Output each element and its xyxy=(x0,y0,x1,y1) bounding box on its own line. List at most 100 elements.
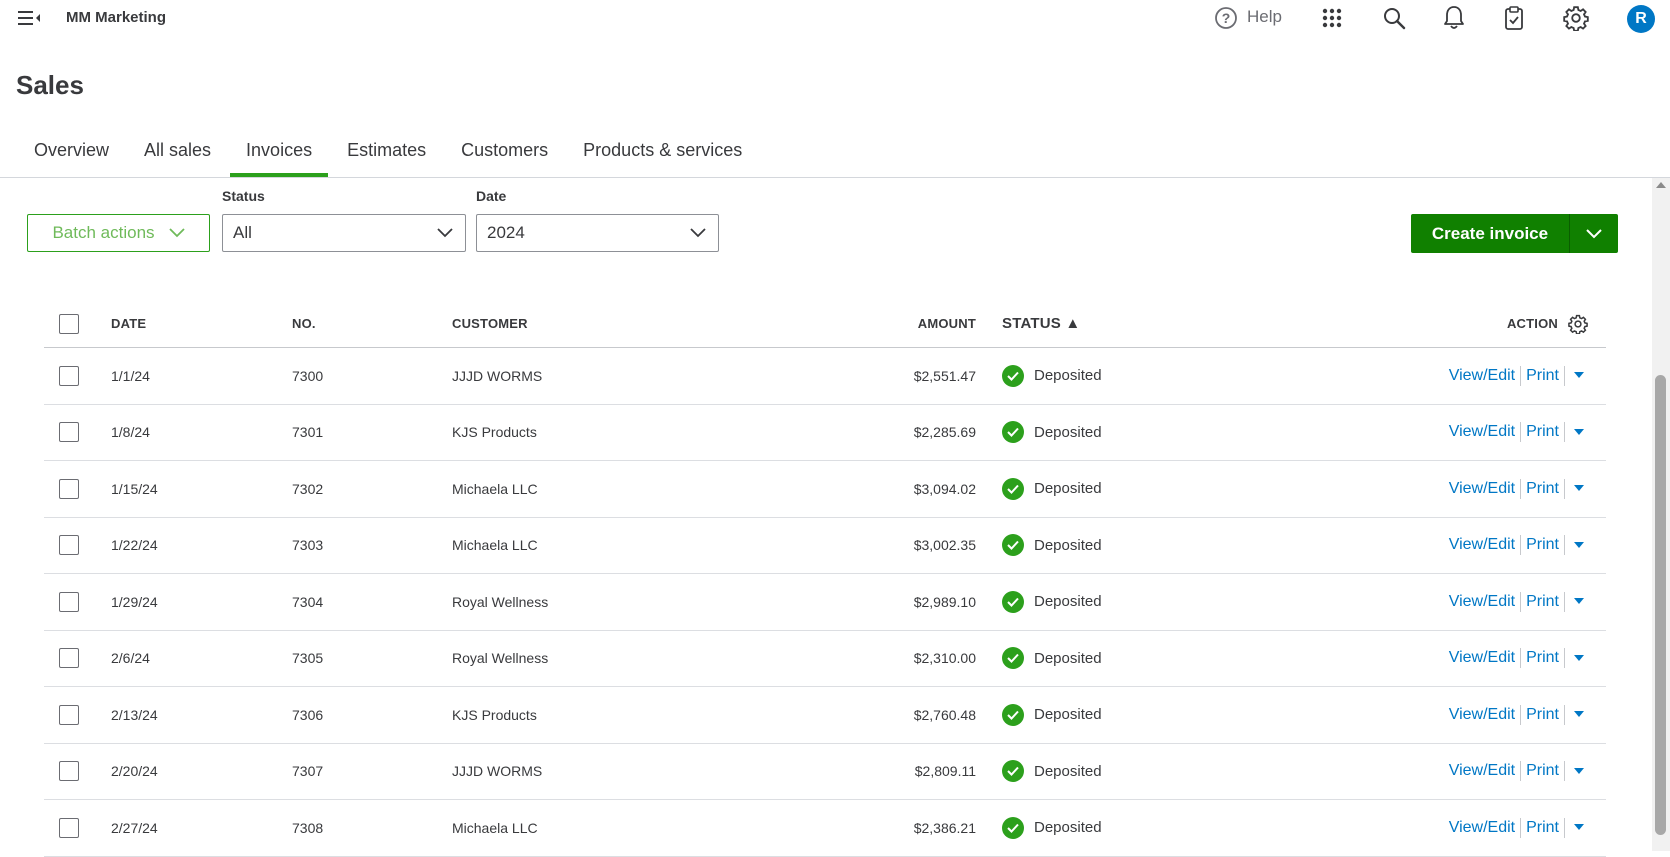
checkmark-icon xyxy=(1002,477,1024,500)
print-link[interactable]: Print xyxy=(1526,706,1559,724)
view-edit-link[interactable]: View/Edit xyxy=(1449,536,1515,554)
print-link[interactable]: Print xyxy=(1526,762,1559,780)
print-link[interactable]: Print xyxy=(1526,593,1559,611)
action-divider xyxy=(1520,478,1522,499)
caret-down-icon[interactable] xyxy=(1570,592,1588,612)
chevron-down-icon xyxy=(690,223,706,243)
print-link[interactable]: Print xyxy=(1526,649,1559,667)
row-amount: $2,809.11 xyxy=(914,763,976,780)
row-invoice-no: 7305 xyxy=(292,650,324,667)
view-edit-link[interactable]: View/Edit xyxy=(1449,762,1515,780)
company-name: MM Marketing xyxy=(66,9,167,26)
row-checkbox[interactable] xyxy=(59,422,79,443)
table-row: 1/8/24 7301 KJS Products $2,285.69 Deposited… xyxy=(44,405,1606,461)
print-link[interactable]: Print xyxy=(1526,423,1559,441)
row-checkbox[interactable] xyxy=(59,478,79,499)
row-checkbox[interactable] xyxy=(59,704,79,725)
help-label[interactable]: Help xyxy=(1247,7,1282,27)
action-divider xyxy=(1564,365,1565,386)
table-row: 1/1/24 7300 JJJD WORMS $2,551.47 Deposited Vi… xyxy=(44,348,1606,405)
chevron-down-icon xyxy=(168,223,185,243)
clipboard-icon[interactable] xyxy=(1500,4,1528,32)
row-customer: JJJD WORMS xyxy=(452,367,543,384)
column-header-no[interactable]: NO. xyxy=(292,300,316,347)
row-checkbox[interactable] xyxy=(59,761,79,782)
checkmark-icon xyxy=(1002,421,1024,444)
select-all-checkbox[interactable] xyxy=(59,313,79,334)
checkmark-icon xyxy=(1002,534,1024,557)
tabs-divider xyxy=(0,177,1670,178)
row-invoice-no: 7303 xyxy=(292,537,324,554)
print-link[interactable]: Print xyxy=(1526,480,1559,498)
print-link[interactable]: Print xyxy=(1526,536,1559,554)
tab-invoices[interactable]: Invoices xyxy=(230,126,329,177)
caret-down-icon[interactable] xyxy=(1570,479,1588,499)
view-edit-link[interactable]: View/Edit xyxy=(1449,367,1515,385)
print-link[interactable]: Print xyxy=(1526,819,1559,837)
column-header-date[interactable]: DATE xyxy=(111,300,146,347)
row-checkbox[interactable] xyxy=(59,648,79,669)
scrollbar-thumb[interactable] xyxy=(1655,375,1666,835)
row-date: 1/1/24 xyxy=(111,367,150,384)
view-edit-link[interactable]: View/Edit xyxy=(1449,649,1515,667)
caret-down-icon[interactable] xyxy=(1570,422,1588,442)
row-amount: $2,551.47 xyxy=(913,367,976,384)
apps-grid-icon[interactable] xyxy=(1318,4,1346,32)
caret-down-icon[interactable] xyxy=(1570,818,1588,838)
date-filter-label: Date xyxy=(476,188,507,204)
row-invoice-no: 7302 xyxy=(292,480,324,497)
tab-products-services[interactable]: Products & services xyxy=(567,126,758,177)
create-invoice-dropdown-button[interactable] xyxy=(1569,214,1618,253)
row-checkbox[interactable] xyxy=(59,535,79,556)
svg-text:?: ? xyxy=(1222,10,1231,26)
view-edit-link[interactable]: View/Edit xyxy=(1449,706,1515,724)
search-icon[interactable] xyxy=(1380,4,1408,32)
row-checkbox[interactable] xyxy=(59,817,79,838)
row-customer: Michaela LLC xyxy=(452,819,538,836)
tab-customers[interactable]: Customers xyxy=(445,126,564,177)
caret-down-icon[interactable] xyxy=(1570,761,1588,781)
column-header-amount[interactable]: AMOUNT xyxy=(704,300,976,347)
tab-estimates[interactable]: Estimates xyxy=(331,126,442,177)
scroll-up-arrow-icon[interactable] xyxy=(1656,182,1666,188)
help-icon[interactable]: ? xyxy=(1212,4,1240,32)
create-invoice-button[interactable]: Create invoice xyxy=(1411,214,1569,253)
table-settings-gear-icon[interactable] xyxy=(1568,314,1588,334)
row-customer: KJS Products xyxy=(452,706,537,723)
row-customer: Michaela LLC xyxy=(452,480,538,497)
view-edit-link[interactable]: View/Edit xyxy=(1449,480,1515,498)
row-amount: $2,760.48 xyxy=(913,706,976,723)
caret-down-icon[interactable] xyxy=(1570,705,1588,725)
row-invoice-no: 7308 xyxy=(292,819,324,836)
view-edit-link[interactable]: View/Edit xyxy=(1449,423,1515,441)
action-divider xyxy=(1564,648,1565,669)
user-avatar[interactable]: R xyxy=(1627,5,1655,33)
gear-icon[interactable] xyxy=(1562,4,1590,32)
column-header-customer[interactable]: CUSTOMER xyxy=(452,300,528,347)
caret-down-icon[interactable] xyxy=(1570,535,1588,555)
column-header-action: ACTION xyxy=(1506,316,1558,331)
row-amount: $2,285.69 xyxy=(913,424,976,441)
column-header-status[interactable]: STATUS ▲ xyxy=(1002,300,1080,347)
batch-actions-button[interactable]: Batch actions xyxy=(27,214,210,252)
row-checkbox[interactable] xyxy=(59,591,79,612)
row-amount: $2,386.21 xyxy=(913,819,976,836)
menu-collapse-icon[interactable] xyxy=(18,8,42,28)
row-customer: Royal Wellness xyxy=(452,650,549,667)
row-status: Deposited xyxy=(1034,593,1102,611)
tab-overview[interactable]: Overview xyxy=(18,126,125,177)
batch-actions-label: Batch actions xyxy=(52,223,155,242)
row-date: 2/27/24 xyxy=(111,819,158,836)
row-customer: Royal Wellness xyxy=(452,593,549,610)
tab-all-sales[interactable]: All sales xyxy=(128,126,227,177)
caret-down-icon[interactable] xyxy=(1570,366,1588,386)
view-edit-link[interactable]: View/Edit xyxy=(1449,593,1515,611)
view-edit-link[interactable]: View/Edit xyxy=(1449,819,1515,837)
print-link[interactable]: Print xyxy=(1526,367,1559,385)
bell-icon[interactable] xyxy=(1440,4,1468,32)
row-checkbox[interactable] xyxy=(59,365,79,386)
date-filter-select[interactable]: 2024 xyxy=(476,214,719,252)
status-filter-select[interactable]: All xyxy=(222,214,466,252)
caret-down-icon[interactable] xyxy=(1570,648,1588,668)
table-row: 2/13/24 7306 KJS Products $2,760.48 Deposite… xyxy=(44,687,1606,744)
